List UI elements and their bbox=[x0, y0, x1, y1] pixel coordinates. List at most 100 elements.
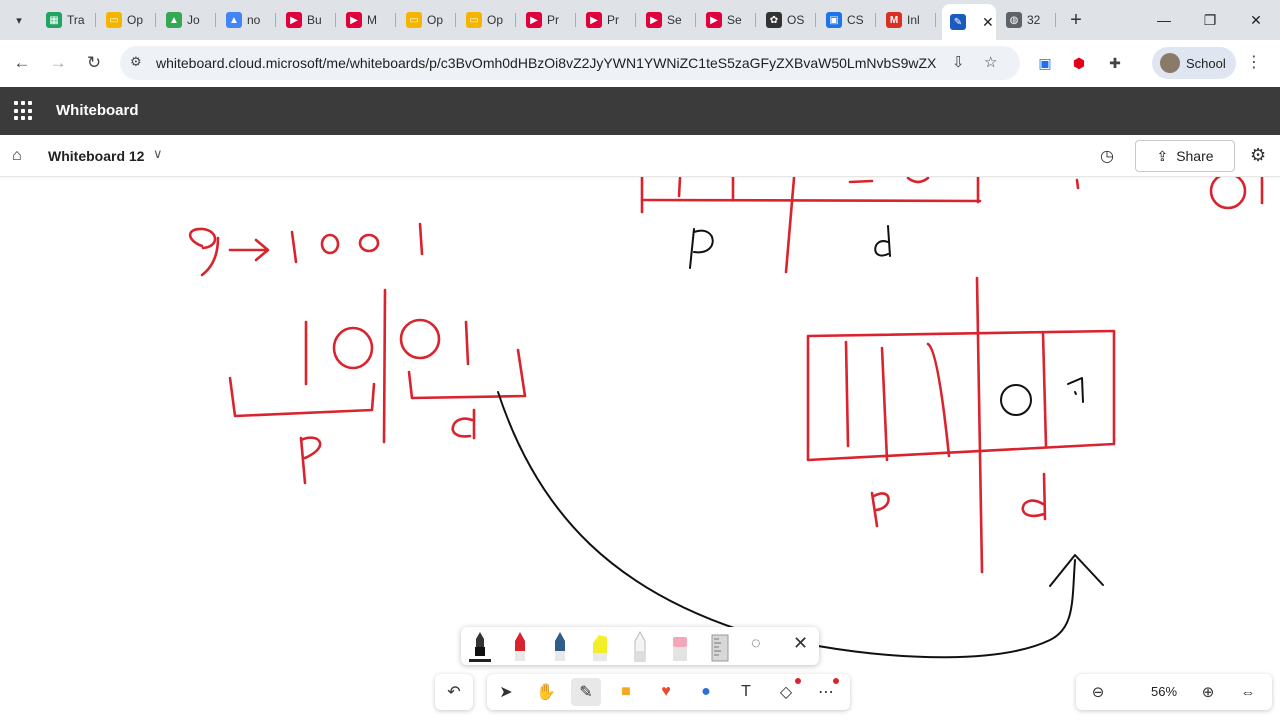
zoom-out-icon[interactable]: ⊖ bbox=[1086, 680, 1110, 704]
slides-icon: ▭ bbox=[406, 12, 422, 28]
new-tab-button[interactable]: + bbox=[1066, 8, 1086, 32]
red-pen-icon[interactable] bbox=[509, 629, 531, 663]
drive-icon: ▲ bbox=[226, 12, 242, 28]
reactions-heart-icon[interactable]: ♥ bbox=[651, 678, 681, 706]
main-toolbar: ➤ ✋ ✎ ■ ♥ ● T ◇ ⋯ bbox=[487, 674, 850, 710]
pan-hand-icon[interactable]: ✋ bbox=[531, 678, 561, 706]
tab-title: OS bbox=[787, 13, 805, 27]
black-pen-icon[interactable] bbox=[469, 629, 491, 663]
youtube-icon: ▶ bbox=[526, 12, 542, 28]
sticky-note-icon[interactable]: ■ bbox=[611, 678, 641, 706]
lasso-select-icon[interactable]: ◌ bbox=[751, 635, 761, 653]
text-tool-icon[interactable]: T bbox=[731, 678, 761, 706]
classroom-icon: ▣ bbox=[826, 12, 842, 28]
close-window-button[interactable]: ✕ bbox=[1236, 6, 1276, 34]
tab-title: Jo bbox=[187, 13, 200, 27]
reload-icon[interactable]: ↻ bbox=[81, 50, 107, 76]
forward-icon[interactable]: → bbox=[45, 50, 71, 76]
app-title: Whiteboard bbox=[56, 102, 139, 119]
ink-toolbar: ◌ ✕ bbox=[461, 627, 819, 665]
browser-tab[interactable]: ▶ M bbox=[338, 6, 396, 34]
tab-cast-icon[interactable]: ▣ bbox=[1034, 52, 1056, 74]
tab-title: Se bbox=[727, 13, 742, 27]
app-header: Whiteboard bbox=[0, 87, 1280, 135]
blue-pen-icon[interactable] bbox=[549, 629, 571, 663]
browser-tab[interactable]: ▣ CS bbox=[818, 6, 876, 34]
app-launcher-icon[interactable] bbox=[14, 101, 34, 121]
browser-tab[interactable]: ▭ Op bbox=[458, 6, 516, 34]
extensions-puzzle-icon[interactable]: ✚ bbox=[1104, 52, 1126, 74]
zoom-level[interactable]: 56% bbox=[1136, 684, 1192, 699]
yellow-highlighter-icon[interactable] bbox=[589, 629, 611, 663]
copilot-icon[interactable]: ● bbox=[691, 678, 721, 706]
browser-tab[interactable]: ✎ ✕ bbox=[942, 4, 996, 40]
shapes-notification-dot bbox=[795, 678, 801, 684]
bookmark-star-icon[interactable]: ☆ bbox=[984, 53, 997, 71]
sheets-icon: ▦ bbox=[46, 12, 62, 28]
share-icon: ⇪ bbox=[1156, 147, 1169, 164]
more-notification-dot bbox=[833, 678, 839, 684]
globe-icon: ◍ bbox=[1006, 12, 1022, 28]
chevron-down-icon[interactable]: ∨ bbox=[153, 146, 163, 162]
browser-tab[interactable]: ▦ Tra bbox=[38, 6, 96, 34]
browser-tab[interactable]: ▶ Pr bbox=[578, 6, 636, 34]
browser-tab[interactable]: ▲ no bbox=[218, 6, 276, 34]
eraser-icon[interactable] bbox=[669, 629, 691, 663]
undo-button[interactable]: ↶ bbox=[435, 674, 473, 710]
browser-tab[interactable]: ▭ Op bbox=[98, 6, 156, 34]
board-title[interactable]: Whiteboard 12 bbox=[48, 148, 144, 164]
restore-button[interactable]: ❐ bbox=[1190, 6, 1230, 34]
browser-tab[interactable]: ▭ Op bbox=[398, 6, 456, 34]
fit-to-screen-icon[interactable]: ⇔ bbox=[1236, 680, 1260, 704]
browser-tab[interactable]: M Inl bbox=[878, 6, 936, 34]
install-app-icon[interactable]: ⇩ bbox=[952, 53, 965, 71]
youtube-icon: ▶ bbox=[286, 12, 302, 28]
inking-pen-icon[interactable]: ✎ bbox=[571, 678, 601, 706]
board-header: ⌂ Whiteboard 12 ∨ ◷ ⇪ Share ⚙ bbox=[0, 135, 1280, 177]
browser-tab[interactable]: ▶ Se bbox=[698, 6, 756, 34]
browser-tab[interactable]: ▶ Se bbox=[638, 6, 696, 34]
site-info-icon[interactable]: ⚙ bbox=[130, 54, 142, 70]
tab-title: 32 bbox=[1027, 13, 1041, 27]
white-pen-icon[interactable] bbox=[629, 629, 651, 663]
whiteboard-icon: ✎ bbox=[950, 14, 966, 30]
close-icon[interactable]: ✕ bbox=[793, 633, 808, 654]
browser-tab[interactable]: ✿ OS bbox=[758, 6, 816, 34]
tab-close-icon[interactable]: ✕ bbox=[982, 14, 994, 31]
url-text[interactable]: whiteboard.cloud.microsoft/me/whiteboard… bbox=[156, 55, 936, 71]
tab-search-icon[interactable]: ▾ bbox=[6, 8, 32, 32]
gmail-icon: M bbox=[886, 12, 902, 28]
browser-menu-icon[interactable]: ⋮ bbox=[1246, 52, 1262, 72]
avatar bbox=[1160, 53, 1180, 73]
back-icon[interactable]: ← bbox=[9, 50, 35, 76]
ruler-icon[interactable] bbox=[709, 629, 731, 663]
slides-icon: ▭ bbox=[106, 12, 122, 28]
browser-tab[interactable]: ▶ Pr bbox=[518, 6, 576, 34]
youtube-icon: ▶ bbox=[646, 12, 662, 28]
settings-gear-icon[interactable]: ⚙ bbox=[1250, 145, 1266, 166]
extension-shield-icon[interactable]: ⬢ bbox=[1068, 52, 1090, 74]
black-ink-strokes bbox=[497, 225, 1104, 659]
openai-icon: ✿ bbox=[766, 12, 782, 28]
tab-title: M bbox=[367, 13, 377, 27]
tab-title: Se bbox=[667, 13, 682, 27]
home-icon[interactable]: ⌂ bbox=[12, 147, 30, 165]
minimize-button[interactable]: — bbox=[1144, 6, 1184, 34]
drive-icon: ▲ bbox=[166, 12, 182, 28]
tab-title: Op bbox=[427, 13, 444, 27]
timer-icon[interactable]: ◷ bbox=[1100, 146, 1114, 166]
browser-tab[interactable]: ◍ 32 bbox=[998, 6, 1056, 34]
tab-title: no bbox=[247, 13, 261, 27]
slides-icon: ▭ bbox=[466, 12, 482, 28]
share-label: Share bbox=[1176, 148, 1214, 164]
browser-tab[interactable]: ▶ Bu bbox=[278, 6, 336, 34]
address-bar[interactable]: ⚙ whiteboard.cloud.microsoft/me/whiteboa… bbox=[120, 46, 1020, 80]
tab-title: Tra bbox=[67, 13, 85, 27]
zoom-controls: ⊖ 56% ⊕ ⇔ bbox=[1076, 674, 1272, 710]
profile-button[interactable]: School bbox=[1152, 47, 1236, 79]
share-button[interactable]: ⇪ Share bbox=[1135, 140, 1235, 172]
zoom-in-icon[interactable]: ⊕ bbox=[1196, 680, 1220, 704]
browser-tab[interactable]: ▲ Jo bbox=[158, 6, 216, 34]
select-pointer-icon[interactable]: ➤ bbox=[491, 678, 521, 706]
browser-toolbar: ← → ↻ ⚙ whiteboard.cloud.microsoft/me/wh… bbox=[0, 40, 1280, 87]
